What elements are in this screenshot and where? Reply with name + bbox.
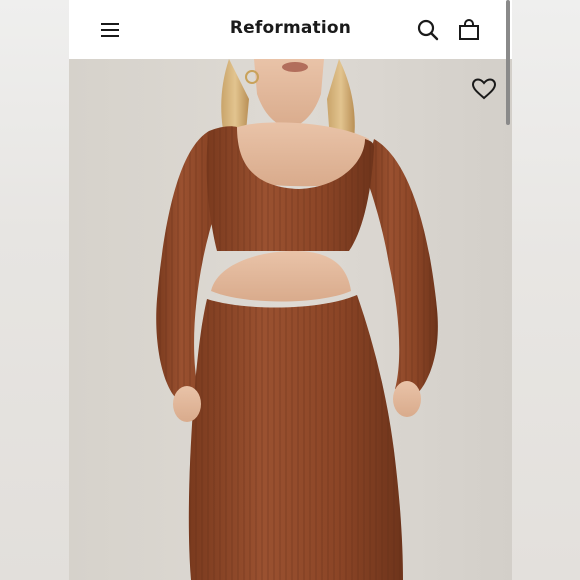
top-nav-bar: Reformation (69, 0, 512, 59)
left-blur-panel (0, 0, 69, 580)
brand-logo[interactable]: Reformation (69, 18, 512, 38)
right-blur-panel (512, 0, 580, 580)
favorite-button[interactable] (467, 74, 501, 104)
search-icon (417, 19, 439, 41)
app-screen: Reformation (69, 0, 512, 580)
heart-icon (471, 78, 497, 100)
shopping-bag-button[interactable] (453, 14, 485, 46)
product-image[interactable] (69, 59, 512, 580)
search-button[interactable] (412, 14, 444, 46)
shopping-bag-icon (459, 19, 479, 40)
scrollbar[interactable] (506, 0, 510, 125)
